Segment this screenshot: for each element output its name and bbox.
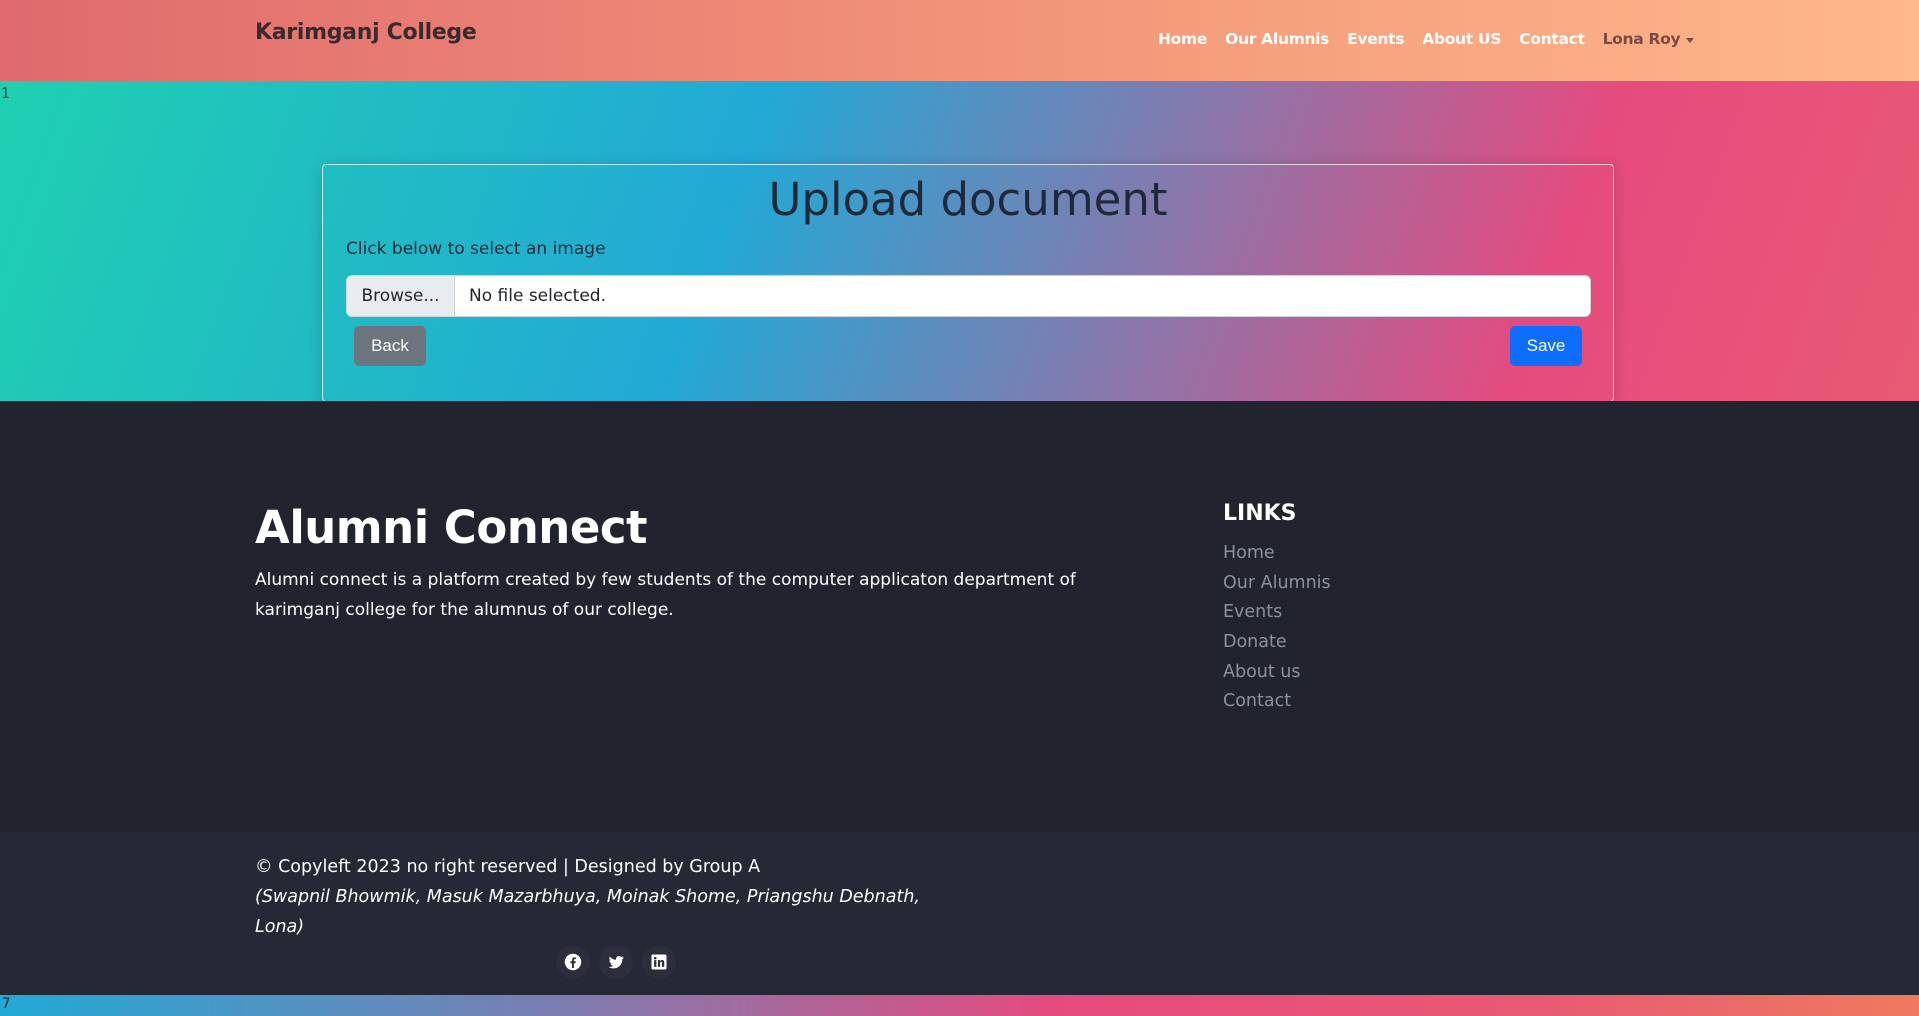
copyright-text: © Copyleft 2023 no right reserved | Desi…	[255, 857, 761, 877]
nav-links: Home Our Alumnis Events About US Contact…	[1158, 30, 1712, 48]
linkedin-icon[interactable]	[642, 945, 676, 979]
upload-card: Upload document Click below to select an…	[322, 164, 1614, 402]
user-name: Lona Roy	[1602, 30, 1681, 48]
back-button[interactable]: Back	[354, 326, 426, 366]
footer-bottom: © Copyleft 2023 no right reserved | Desi…	[0, 832, 1919, 995]
upload-title: Upload document	[768, 173, 1168, 226]
footer: Alumni Connect Alumni connect is a platf…	[0, 401, 1919, 832]
footer-link-our-alumnis[interactable]: Our Alumnis	[1223, 569, 1331, 599]
save-button[interactable]: Save	[1510, 326, 1582, 366]
credits-text: (Swapnil Bhowmik, Masuk Mazarbhuya, Moin…	[255, 887, 920, 937]
nav-events[interactable]: Events	[1347, 30, 1404, 48]
footer-link-donate[interactable]: Donate	[1223, 628, 1331, 658]
footer-title: Alumni Connect	[255, 501, 648, 554]
social-links	[556, 945, 676, 979]
file-input[interactable]: Browse... No file selected.	[346, 275, 1591, 317]
bottom-gradient-strip	[0, 995, 1919, 1016]
upload-label: Click below to select an image	[346, 239, 606, 259]
navbar: Karimganj College Home Our Alumnis Event…	[0, 0, 1919, 81]
caret-down-icon	[1686, 37, 1695, 43]
footer-link-about-us[interactable]: About us	[1223, 658, 1331, 688]
browse-button[interactable]: Browse...	[347, 276, 455, 316]
footer-link-home[interactable]: Home	[1223, 539, 1331, 569]
footer-links: Home Our Alumnis Events Donate About us …	[1223, 539, 1331, 717]
nav-about-us[interactable]: About US	[1422, 30, 1501, 48]
facebook-icon[interactable]	[556, 945, 590, 979]
footer-link-events[interactable]: Events	[1223, 598, 1331, 628]
stray-text: 1	[1, 86, 10, 102]
footer-link-contact[interactable]: Contact	[1223, 687, 1331, 717]
footer-description: Alumni connect is a platform created by …	[255, 570, 1076, 620]
nav-our-alumnis[interactable]: Our Alumnis	[1225, 30, 1329, 48]
stray-text: 7	[2, 996, 11, 1012]
links-heading: LINKS	[1223, 501, 1297, 526]
user-dropdown[interactable]: Lona Roy	[1603, 30, 1695, 48]
twitter-icon[interactable]	[599, 945, 633, 979]
nav-home[interactable]: Home	[1158, 30, 1207, 48]
file-status: No file selected.	[469, 286, 606, 306]
brand-logo[interactable]: Karimganj College	[255, 20, 477, 45]
nav-contact[interactable]: Contact	[1519, 30, 1585, 48]
